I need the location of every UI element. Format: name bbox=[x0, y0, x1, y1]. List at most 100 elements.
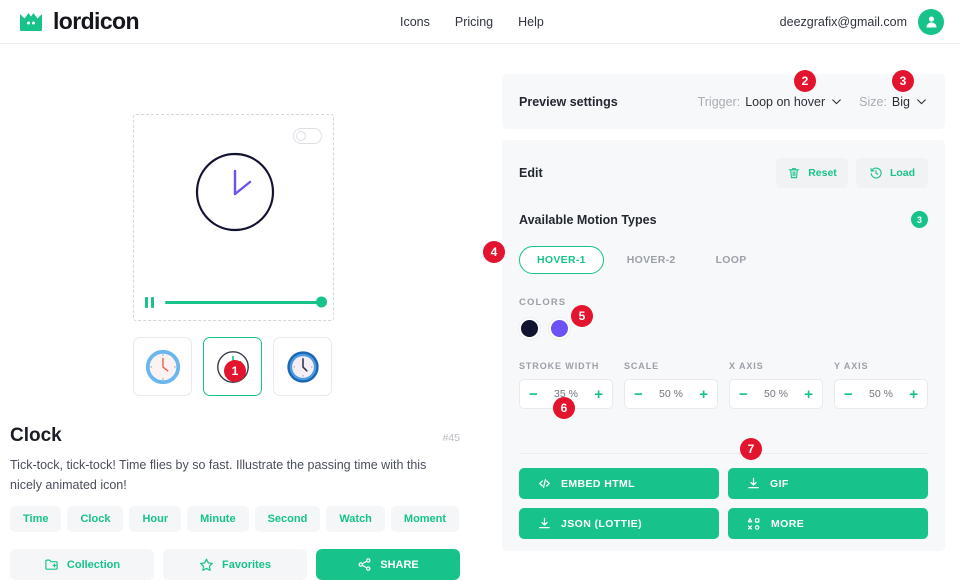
preview-settings-controls: Trigger: Loop on hover Size: Big bbox=[698, 95, 928, 109]
motion-types-header: Available Motion Types 3 bbox=[519, 211, 928, 228]
nav-item-help[interactable]: Help bbox=[518, 15, 544, 29]
icon-preview-box bbox=[133, 114, 334, 321]
x-axis-label: X AXIS bbox=[729, 361, 764, 371]
slider-knob[interactable] bbox=[316, 296, 327, 308]
thumbnail-clock-filled[interactable] bbox=[273, 337, 332, 396]
marker-5: 5 bbox=[571, 305, 593, 327]
account-email: deezgrafix@gmail.com bbox=[779, 14, 907, 29]
tab-hover-1[interactable]: HOVER-1 bbox=[519, 246, 604, 274]
tag-chip[interactable]: Time bbox=[10, 506, 62, 532]
background-toggle[interactable] bbox=[293, 128, 322, 144]
reset-label: Reset bbox=[808, 167, 837, 179]
trigger-value: Loop on hover bbox=[745, 94, 826, 109]
download-icon bbox=[748, 477, 759, 489]
x-axis-stepper[interactable]: − 50 % + bbox=[729, 379, 823, 409]
account-area[interactable]: deezgrafix@gmail.com bbox=[779, 8, 944, 35]
motion-count-badge: 3 bbox=[911, 211, 928, 228]
trash-icon bbox=[788, 168, 800, 179]
tab-hover-2[interactable]: HOVER-2 bbox=[610, 246, 693, 274]
embed-html-label: EMBED HTML bbox=[561, 477, 635, 490]
property-steppers: STROKE WIDTH − 35 % + SCALE − 50 % + X A… bbox=[519, 361, 928, 409]
clock-filled-icon bbox=[286, 350, 319, 383]
scale-stepper[interactable]: − 50 % + bbox=[624, 379, 718, 409]
motion-type-tabs: HOVER-1 HOVER-2 LOOP bbox=[519, 246, 928, 274]
edit-card: Edit Reset Load Available Motion Types 3 bbox=[502, 140, 945, 551]
marker-2: 2 bbox=[794, 70, 816, 92]
marker-7: 7 bbox=[740, 438, 762, 460]
tag-chip[interactable]: Hour bbox=[129, 506, 182, 532]
reset-button[interactable]: Reset bbox=[776, 158, 848, 188]
download-icon bbox=[539, 517, 550, 529]
increase-button[interactable]: + bbox=[594, 387, 603, 402]
size-value: Big bbox=[891, 94, 910, 109]
decrease-button[interactable]: − bbox=[529, 387, 538, 402]
decrease-button[interactable]: − bbox=[844, 387, 853, 402]
chevron-down-icon bbox=[832, 99, 841, 105]
user-icon bbox=[925, 16, 937, 28]
more-label: MORE bbox=[771, 517, 805, 530]
more-button[interactable]: MORE bbox=[728, 508, 928, 539]
marker-3: 3 bbox=[892, 70, 914, 92]
color-swatch-purple[interactable] bbox=[549, 318, 570, 339]
thumbnail-clock-flat[interactable] bbox=[133, 337, 192, 396]
logo[interactable]: lordicon bbox=[18, 8, 140, 35]
gif-label: GIF bbox=[770, 477, 789, 490]
clock-flat-icon bbox=[145, 349, 180, 384]
marker-4: 4 bbox=[483, 241, 505, 263]
top-header: lordicon Icons Pricing Help deezgrafix@g… bbox=[0, 0, 960, 44]
color-swatch-dark[interactable] bbox=[519, 318, 540, 339]
tag-chip[interactable]: Watch bbox=[326, 506, 385, 532]
tag-chip[interactable]: Moment bbox=[390, 506, 460, 532]
gif-button[interactable]: GIF bbox=[728, 468, 928, 499]
tag-chip[interactable]: Clock bbox=[67, 506, 124, 532]
avatar[interactable] bbox=[918, 8, 944, 35]
icon-id: #45 bbox=[442, 432, 460, 444]
marker-1: 1 bbox=[224, 360, 246, 382]
logo-text: lordicon bbox=[53, 8, 140, 34]
code-icon bbox=[539, 479, 550, 488]
edit-header-buttons: Reset Load bbox=[776, 158, 928, 188]
preview-settings-card: Preview settings Trigger: Loop on hover … bbox=[502, 74, 945, 129]
stroke-width-label: STROKE WIDTH bbox=[519, 361, 600, 371]
json-lottie-button[interactable]: JSON (LOTTIE) bbox=[519, 508, 719, 539]
stepper-y-axis: Y AXIS − 50 % + bbox=[834, 361, 928, 409]
main-nav: Icons Pricing Help bbox=[400, 15, 544, 29]
embed-html-button[interactable]: EMBED HTML bbox=[519, 468, 719, 499]
decrease-button[interactable]: − bbox=[739, 387, 748, 402]
tag-chip[interactable]: Second bbox=[254, 506, 321, 532]
preview-settings-title: Preview settings bbox=[519, 94, 618, 109]
tab-loop[interactable]: LOOP bbox=[699, 246, 764, 274]
player-controls bbox=[145, 296, 327, 308]
icon-description: Tick-tock, tick-tock! Time flies by so f… bbox=[10, 458, 427, 492]
nav-item-icons[interactable]: Icons bbox=[400, 15, 430, 29]
y-axis-value: 50 % bbox=[869, 388, 893, 400]
icon-title-row: Clock #45 bbox=[10, 425, 460, 447]
edit-title: Edit bbox=[519, 166, 543, 180]
y-axis-stepper[interactable]: − 50 % + bbox=[834, 379, 928, 409]
export-buttons: EMBED HTML GIF JSON (LOTTIE) MORE bbox=[519, 468, 928, 539]
pause-icon[interactable] bbox=[145, 297, 155, 308]
load-button[interactable]: Load bbox=[856, 158, 928, 188]
chevron-down-icon bbox=[917, 99, 926, 105]
x-axis-value: 50 % bbox=[764, 388, 788, 400]
toggle-knob bbox=[296, 130, 306, 141]
increase-button[interactable]: + bbox=[804, 387, 813, 402]
clock-icon bbox=[195, 152, 274, 232]
preview-stage[interactable] bbox=[134, 151, 335, 233]
motion-types-title: Available Motion Types bbox=[519, 212, 657, 227]
increase-button[interactable]: + bbox=[909, 387, 918, 402]
page-title: Clock bbox=[10, 425, 62, 446]
stepper-x-axis: X AXIS − 50 % + bbox=[729, 361, 823, 409]
tag-chip[interactable]: Minute bbox=[187, 506, 249, 532]
increase-button[interactable]: + bbox=[699, 387, 708, 402]
load-label: Load bbox=[889, 167, 916, 179]
crown-icon bbox=[20, 12, 42, 31]
tag-list: Time Clock Hour Minute Second Watch Mome… bbox=[10, 506, 460, 532]
decrease-button[interactable]: − bbox=[634, 387, 643, 402]
progress-slider[interactable] bbox=[165, 296, 327, 308]
scale-value: 50 % bbox=[659, 388, 683, 400]
trigger-dropdown[interactable]: Trigger: Loop on hover bbox=[698, 95, 844, 109]
marker-6: 6 bbox=[553, 397, 575, 419]
size-dropdown[interactable]: Size: Big bbox=[859, 95, 928, 109]
nav-item-pricing[interactable]: Pricing bbox=[455, 15, 493, 29]
